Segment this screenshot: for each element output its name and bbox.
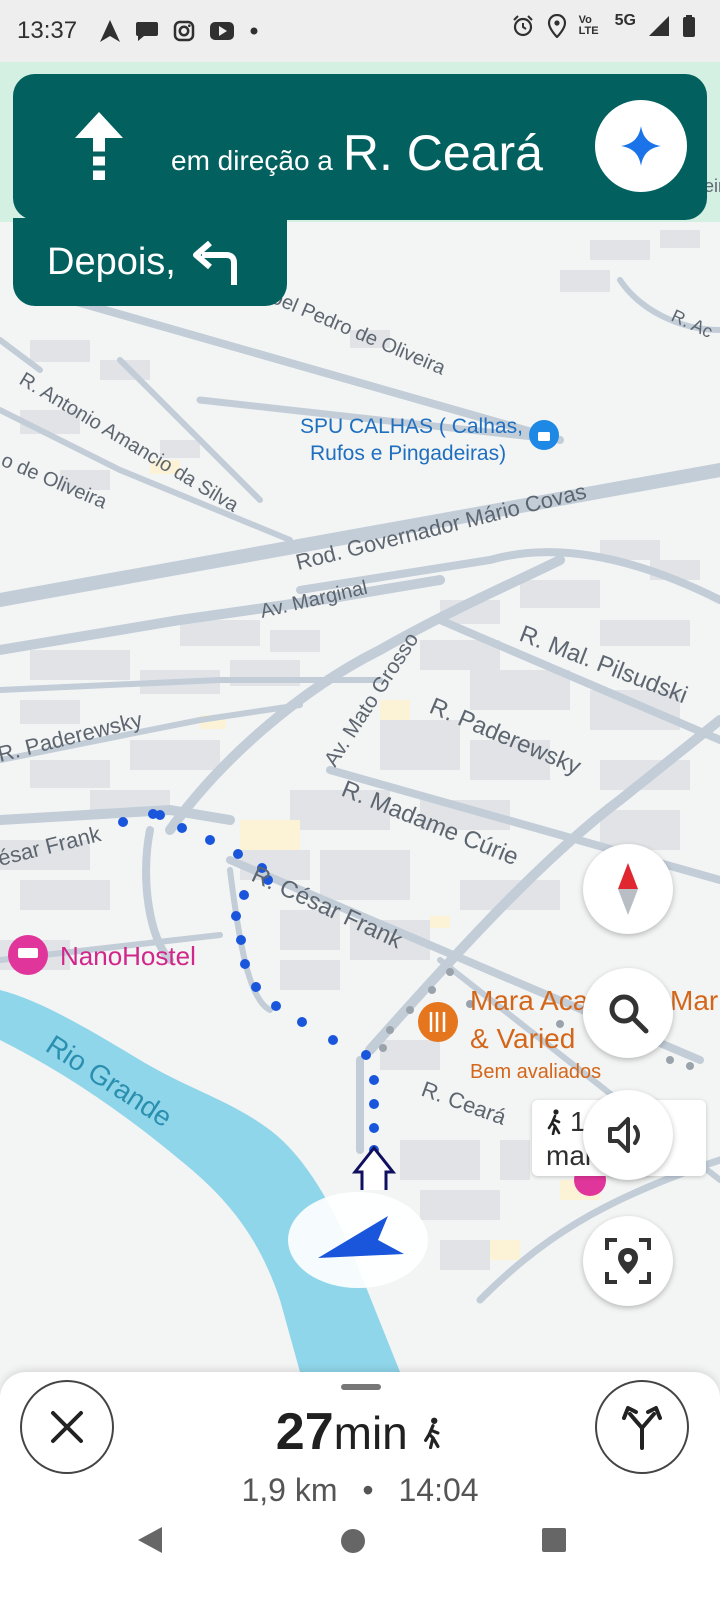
poi-label-mar: Mar (670, 985, 718, 1016)
route-options-icon (622, 1406, 662, 1450)
volte-icon: Vo LTE (578, 14, 599, 37)
navigation-icon (100, 20, 121, 42)
search-button[interactable] (583, 968, 673, 1058)
back-triangle-icon[interactable] (136, 1525, 164, 1555)
search-icon (609, 994, 649, 1034)
recents-square-icon[interactable] (541, 1527, 567, 1553)
status-right-icons: Vo LTE 5G (511, 12, 696, 38)
sheet-drag-handle[interactable] (341, 1384, 381, 1390)
poi-restaurant-pin (418, 1002, 458, 1042)
recenter-button[interactable] (583, 1216, 673, 1306)
trip-distance: 1,9 km (241, 1472, 338, 1508)
then-label: Depois, (47, 240, 176, 283)
home-circle-icon[interactable] (339, 1527, 367, 1555)
youtube-icon (210, 22, 235, 40)
eta-value: 27 (275, 1403, 334, 1461)
alarm-icon (512, 15, 533, 37)
poi-store-pin (529, 420, 559, 450)
location-icon (547, 14, 566, 38)
trip-separator: • (362, 1472, 374, 1508)
poi-label-hostel: NanoHostel (60, 941, 196, 971)
eta-unit: min (333, 1407, 408, 1459)
poi-label-varied: & Varied (470, 1023, 575, 1054)
turn-left-icon (192, 241, 237, 285)
walking-person-icon (424, 1417, 440, 1450)
then-instruction-card: Depois, (13, 218, 287, 306)
chat-icon (136, 22, 159, 41)
status-time: 13:37 (17, 17, 78, 44)
gemini-sparkle-icon (621, 126, 661, 166)
5g-icon: 5G (614, 12, 636, 29)
instruction-text: em direção a R. Ceará (171, 124, 543, 182)
poi-label-spu-1: SPU CALHAS ( Calhas, (300, 415, 523, 438)
signal-icon (649, 16, 669, 36)
poi-hostel-pin (8, 935, 48, 975)
street-name: R. Ceará (342, 125, 543, 181)
system-navigation-bar (0, 1525, 720, 1585)
compass-button[interactable] (583, 844, 673, 934)
volume-icon (608, 1117, 640, 1153)
status-bar: 13:37 Vo LTE 5G (0, 0, 720, 62)
battery-icon (683, 15, 695, 37)
compass-icon (618, 863, 638, 915)
walking-person-icon (547, 1109, 561, 1135)
recenter-location-icon (605, 1238, 651, 1284)
instagram-icon (173, 20, 195, 42)
trip-arrival-time: 14:04 (398, 1472, 479, 1508)
dot-icon (250, 27, 258, 35)
toward-label: em direção a (171, 145, 333, 176)
poi-label-spu-2: Rufos e Pingadeiras) (310, 442, 506, 465)
status-left-icons (99, 19, 259, 43)
sound-button[interactable] (583, 1090, 673, 1180)
poi-label-bem: Bem avaliados (470, 1061, 601, 1083)
straight-arrow-icon (75, 112, 123, 180)
route-options-button[interactable] (595, 1380, 689, 1474)
trip-details: 1,9 km • 14:04 (0, 1472, 720, 1509)
poi-label-mara: Mara Aca (470, 985, 589, 1016)
gemini-assistant-button[interactable] (595, 100, 687, 192)
